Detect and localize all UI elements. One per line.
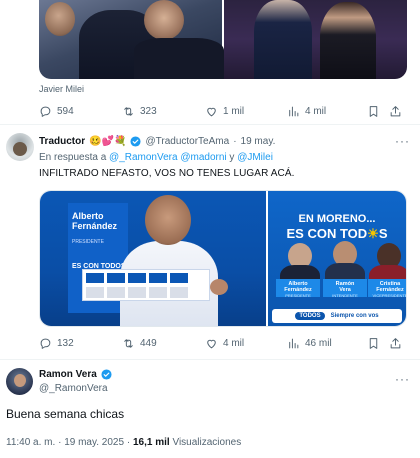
bookmark-icon (369, 337, 378, 349)
bar-chart-icon (289, 106, 299, 116)
tweet-text: Buena semana chicas (6, 407, 125, 421)
reply-count: 132 (57, 337, 74, 349)
reply-icon (40, 338, 51, 349)
retweet-icon (124, 338, 133, 348)
tweet-time[interactable]: 11:40 a. m. (6, 437, 55, 448)
photo-figure (145, 195, 191, 245)
banner-name: Alberto Fernández (72, 211, 118, 231)
bar-chart-icon (289, 338, 299, 348)
candidate-nameplate: Alberto Fernández PRESIDENTE (276, 279, 320, 298)
reply-tweet-media[interactable]: Alberto Fernández PRESIDENTE ES CON TODO… (39, 190, 407, 327)
tweet-text: INFILTRADO NEFASTO, VOS NO TENES LUGAR A… (39, 168, 295, 179)
view-count: 46 mil (305, 337, 332, 349)
separator: · (233, 136, 237, 147)
like-count: 1 mil (223, 105, 245, 117)
bookmark-icon (369, 105, 378, 117)
share-icon (390, 337, 401, 348)
share-button[interactable] (389, 105, 402, 118)
heart-icon (207, 339, 216, 348)
media-photo-1[interactable] (39, 0, 224, 79)
views-count[interactable]: 16,1 mil (133, 437, 170, 448)
candidate-nameplate: Cristina Fernández VICEPRESIDENTE (368, 279, 406, 298)
like-button[interactable]: 1 mil (205, 105, 287, 118)
separator: · (58, 437, 62, 448)
photo-figure (134, 38, 224, 79)
views-label: Visualizaciones (172, 437, 242, 448)
media-photo-2[interactable]: EN MORENO... ES CON TOD☀S Alberto Fernán… (268, 191, 406, 326)
replying-to: En respuesta a @_RamonVera @madorni y @J… (39, 152, 273, 163)
retweet-count: 323 (140, 105, 157, 117)
photo-figure (320, 2, 376, 79)
heart-icon (207, 107, 216, 116)
banner-role: PRESIDENTE (72, 239, 104, 245)
views-button[interactable]: 46 mil (287, 337, 367, 350)
retweet-button[interactable]: 449 (122, 337, 205, 350)
handle[interactable]: @TraductorTeAma (145, 136, 229, 147)
mention-link[interactable]: @_RamonVera (109, 152, 178, 163)
candidate-nameplate: Ramón Vera INTENDENTE (323, 279, 367, 298)
display-name[interactable]: Traductor (39, 136, 85, 147)
separator: · (126, 437, 131, 448)
top-tweet-actions: 594 323 1 mil 4 mil (39, 103, 407, 119)
like-button[interactable]: 4 mil (205, 337, 287, 350)
bookmark-button[interactable] (367, 337, 389, 350)
verified-badge-icon (101, 369, 112, 380)
divider (0, 124, 420, 125)
replying-joiner: y (229, 152, 235, 163)
like-count: 4 mil (223, 337, 245, 349)
retweet-icon (124, 106, 133, 116)
media-photo-1[interactable]: Alberto Fernández PRESIDENTE ES CON TODO… (40, 191, 266, 326)
share-button[interactable] (389, 337, 402, 350)
views-button[interactable]: 4 mil (287, 105, 367, 118)
more-options-icon[interactable]: ··· (395, 372, 410, 386)
poster-slogan: ES CON TOD☀S (286, 226, 388, 241)
avatar[interactable] (6, 368, 33, 395)
photo-figure (45, 2, 75, 36)
divider (0, 359, 420, 360)
photo-figure (144, 0, 184, 40)
tweet-meta: 11:40 a. m. · 19 may. 2025 · 16,1 mil Vi… (6, 437, 241, 448)
more-options-icon[interactable]: ··· (395, 134, 410, 148)
replying-prefix: En respuesta a (39, 152, 107, 163)
mention-link[interactable]: @JMilei (237, 152, 273, 163)
view-count: 4 mil (305, 105, 327, 117)
photo-figure (254, 0, 312, 79)
poster-footer: TODOS Siempre con vos (272, 309, 402, 323)
reply-count: 594 (57, 105, 74, 117)
share-icon (390, 105, 401, 116)
poster-headline: EN MORENO... (298, 213, 376, 225)
verified-badge-icon (130, 136, 142, 147)
mention-link[interactable]: @madorni (180, 152, 226, 163)
reply-button[interactable]: 132 (39, 337, 122, 350)
reply-tweet-actions: 132 449 4 mil 46 mil (39, 335, 407, 351)
retweet-button[interactable]: 323 (122, 105, 205, 118)
media-caption: Javier Milei (39, 84, 85, 94)
media-photo-2[interactable] (224, 0, 407, 79)
photo-figure (210, 279, 228, 295)
reply-button[interactable]: 594 (39, 105, 122, 118)
reply-icon (40, 106, 51, 117)
retweet-count: 449 (140, 337, 157, 349)
display-name[interactable]: Ramon Vera (39, 369, 97, 380)
handle[interactable]: @_RamonVera (39, 383, 108, 394)
top-tweet-media[interactable] (39, 0, 407, 79)
reply-tweet-header: Traductor 🥴💕💐 @TraductorTeAma · 19 may. (39, 136, 275, 147)
campaign-sign (82, 269, 210, 301)
name-emojis: 🥴💕💐 (89, 136, 127, 147)
tweet-date[interactable]: 19 may. (241, 136, 276, 147)
avatar[interactable] (6, 133, 34, 161)
bookmark-button[interactable] (367, 105, 389, 118)
tweet-date[interactable]: 19 may. 2025 (64, 437, 124, 448)
main-tweet-header: Ramon Vera (39, 369, 112, 380)
